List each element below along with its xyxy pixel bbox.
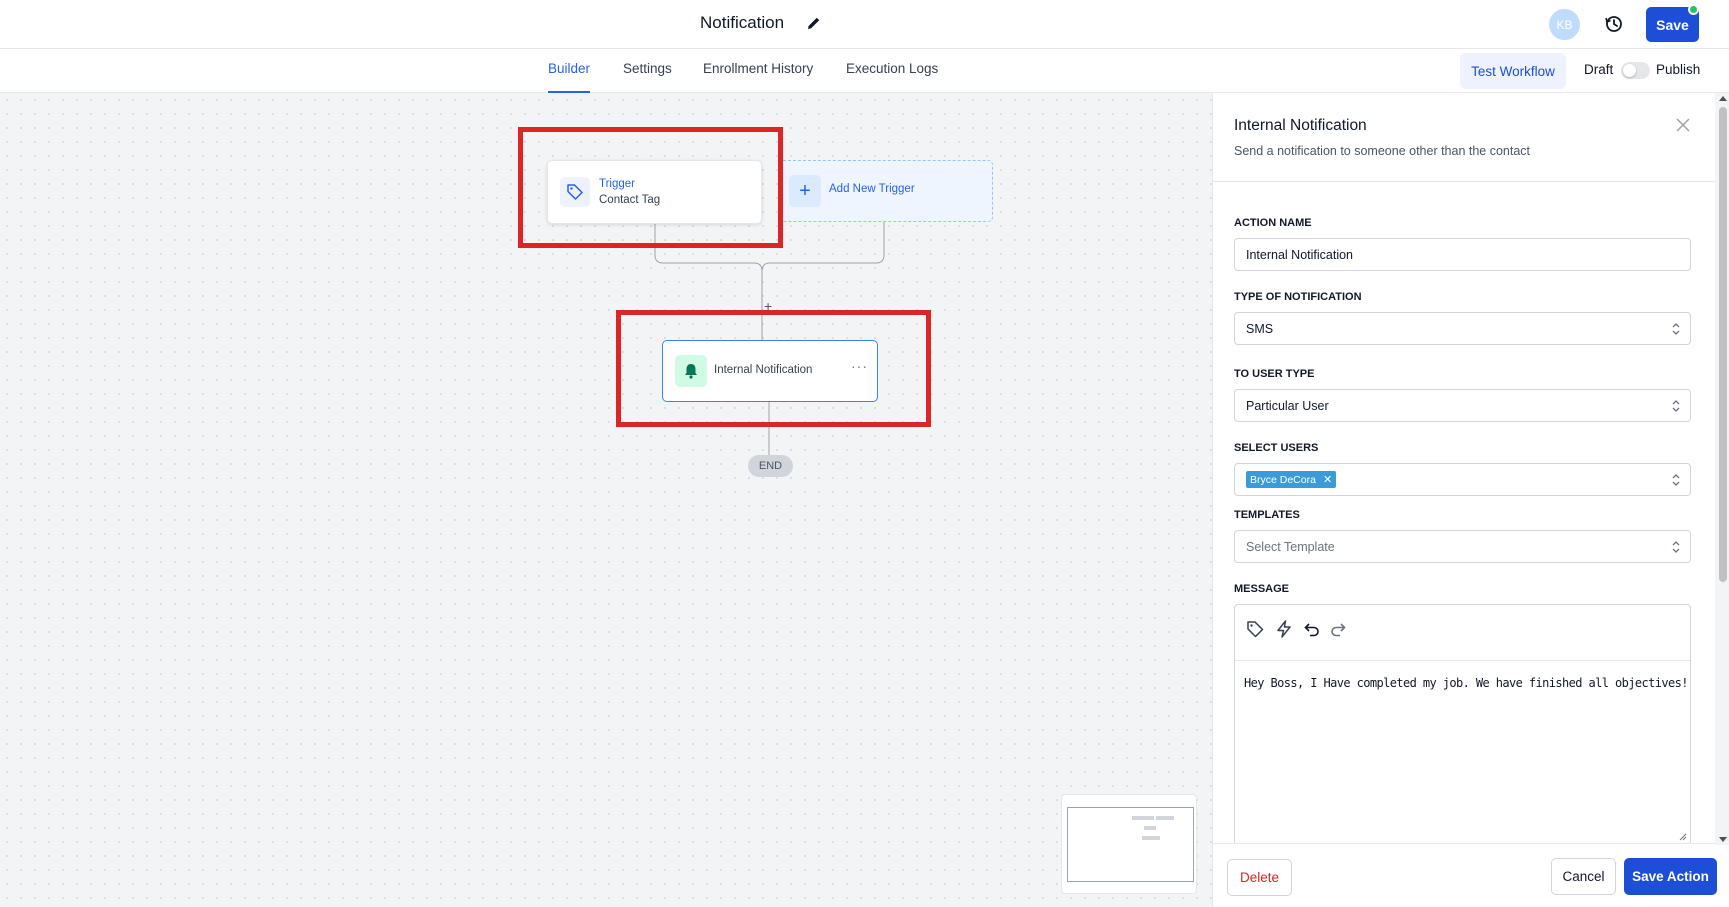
minimap-node [1144, 826, 1156, 830]
notification-type-select[interactable]: SMS [1234, 312, 1691, 345]
minimap-viewport[interactable] [1067, 807, 1194, 882]
publish-toggle[interactable] [1621, 62, 1650, 79]
tab-bar: Builder Settings Enrollment History Exec… [0, 49, 1729, 93]
workflow-canvas[interactable]: + Trigger Contact Tag + Add New Trigger … [0, 93, 1212, 907]
notification-type-label: TYPE OF NOTIFICATION [1234, 291, 1362, 303]
panel-footer: Delete Cancel Save Action [1213, 843, 1717, 907]
publish-label: Publish [1656, 62, 1701, 77]
chevron-up-down-icon [1672, 323, 1680, 335]
panel-title: Internal Notification [1234, 117, 1367, 134]
history-icon[interactable] [1604, 14, 1624, 34]
chevron-up-down-icon [1672, 474, 1680, 486]
tag-icon[interactable] [1245, 619, 1265, 639]
minimap-node [1156, 816, 1174, 820]
templates-select[interactable]: Select Template [1234, 530, 1691, 563]
user-type-select[interactable]: Particular User [1234, 389, 1691, 422]
minimap-node [1132, 816, 1154, 820]
redo-icon[interactable] [1328, 619, 1348, 639]
scroll-down-arrow-icon[interactable] [1719, 837, 1727, 842]
remove-chip-icon[interactable]: ✕ [1323, 473, 1332, 486]
panel-scrollbar[interactable] [1715, 93, 1729, 845]
tab-builder[interactable]: Builder [548, 49, 591, 93]
action-settings-panel: Internal Notification Send a notificatio… [1212, 93, 1729, 907]
avatar-initials: KB [1556, 17, 1573, 32]
save-action-button[interactable]: Save Action [1624, 858, 1717, 895]
action-name-label: ACTION NAME [1234, 217, 1312, 229]
highlight-box-action [616, 310, 931, 427]
tab-enrollment-history[interactable]: Enrollment History [703, 49, 813, 93]
templates-placeholder: Select Template [1246, 540, 1335, 554]
user-type-label: TO USER TYPE [1234, 368, 1315, 380]
minimap[interactable] [1061, 794, 1197, 894]
message-toolbar [1235, 605, 1690, 661]
tab-settings[interactable]: Settings [623, 49, 672, 93]
highlight-box-trigger [518, 127, 783, 248]
cancel-button[interactable]: Cancel [1551, 858, 1616, 895]
close-icon[interactable] [1676, 118, 1690, 132]
user-type-value: Particular User [1246, 399, 1329, 413]
draft-label: Draft [1584, 62, 1614, 77]
panel-divider [1213, 181, 1715, 182]
select-users-label: SELECT USERS [1234, 442, 1319, 454]
test-workflow-button[interactable]: Test Workflow [1460, 53, 1566, 89]
add-new-trigger-button[interactable]: + Add New Trigger [778, 160, 993, 222]
delete-button[interactable]: Delete [1227, 859, 1292, 896]
chevron-up-down-icon [1672, 400, 1680, 412]
user-chip-label: Bryce DeCora [1250, 473, 1316, 486]
message-text: Hey Boss, I Have completed my job. We ha… [1244, 676, 1688, 690]
end-node: END [748, 455, 793, 477]
chevron-up-down-icon [1672, 541, 1680, 553]
select-users-input[interactable]: Bryce DeCora ✕ [1234, 463, 1691, 496]
test-workflow-label: Test Workflow [1471, 63, 1555, 79]
undo-icon[interactable] [1302, 619, 1322, 639]
resize-handle-icon[interactable] [1679, 833, 1687, 841]
message-label: MESSAGE [1234, 583, 1290, 595]
action-name-input[interactable]: Internal Notification [1234, 238, 1691, 271]
scrollbar-thumb[interactable] [1719, 107, 1727, 582]
plus-icon: + [789, 175, 821, 207]
status-dot [1688, 4, 1699, 15]
add-trigger-label: Add New Trigger [829, 183, 915, 195]
lightning-icon[interactable] [1274, 619, 1294, 639]
tab-execution-logs[interactable]: Execution Logs [846, 49, 938, 93]
panel-subtitle: Send a notification to someone other tha… [1234, 144, 1531, 158]
templates-label: TEMPLATES [1234, 509, 1300, 521]
scroll-up-arrow-icon[interactable] [1719, 96, 1727, 101]
message-editor[interactable]: Hey Boss, I Have completed my job. We ha… [1234, 604, 1691, 845]
action-name-value: Internal Notification [1246, 248, 1354, 262]
avatar[interactable]: KB [1549, 9, 1580, 40]
pencil-icon[interactable] [806, 15, 822, 31]
top-header: Notification KB Save [0, 0, 1729, 49]
notification-type-value: SMS [1246, 322, 1274, 336]
minimap-node [1142, 836, 1160, 840]
user-chip[interactable]: Bryce DeCora ✕ [1246, 471, 1337, 488]
workflow-title[interactable]: Notification [700, 13, 784, 33]
end-label: END [758, 460, 783, 472]
